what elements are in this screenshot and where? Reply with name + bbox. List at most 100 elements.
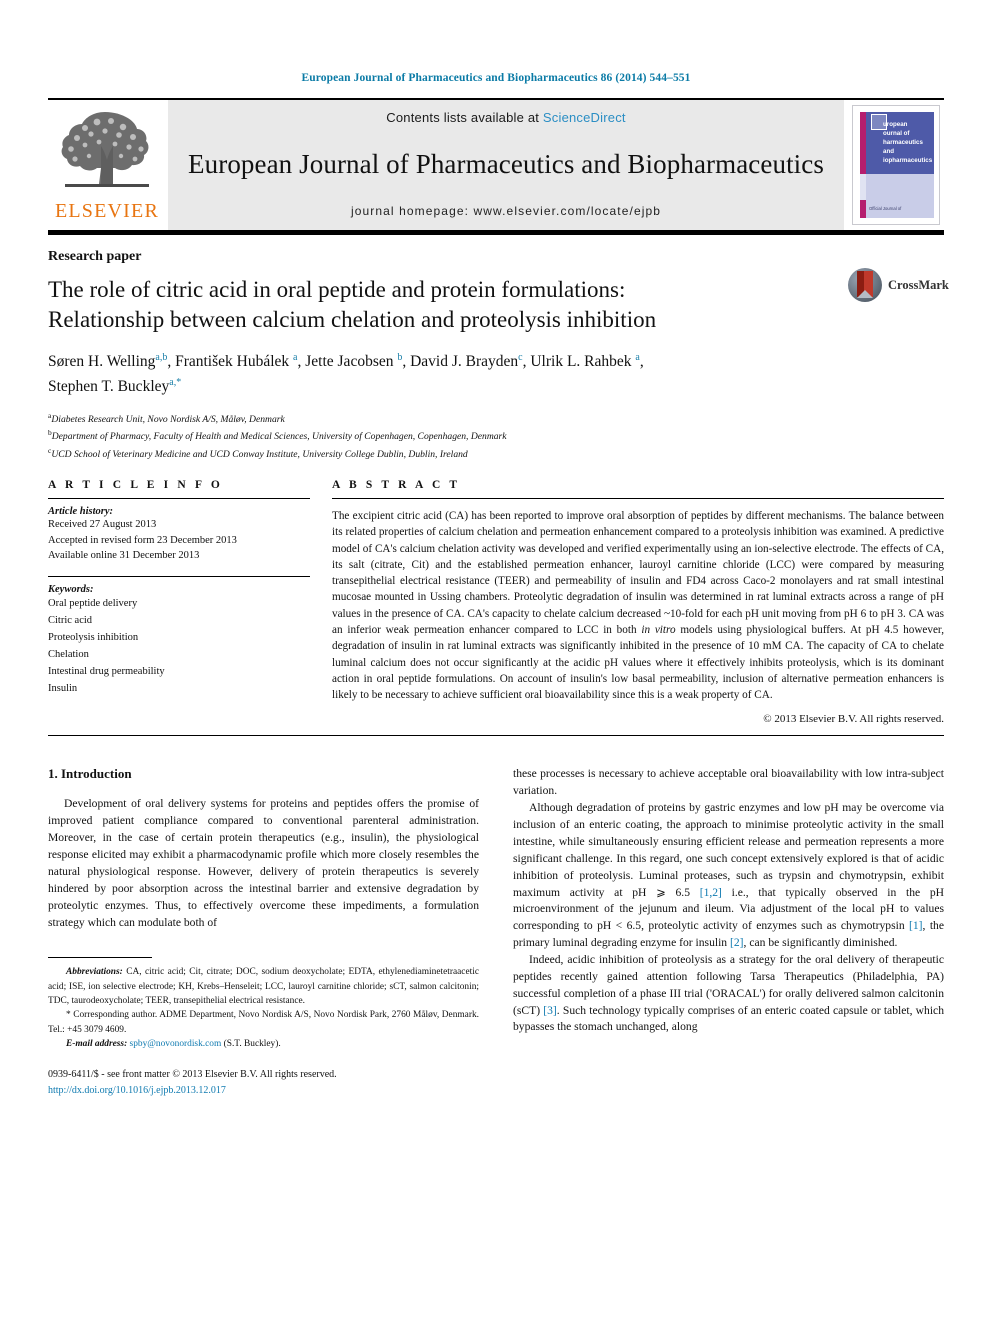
affiliation-b: bDepartment of Pharmacy, Faculty of Heal…: [48, 427, 944, 445]
author-4-sup: a: [635, 351, 640, 363]
issn-line: 0939-6411/$ - see front matter © 2013 El…: [48, 1069, 337, 1081]
citation-2[interactable]: [2]: [730, 936, 744, 949]
keyword-1: Citric acid: [48, 615, 93, 627]
cover-title-line-1: uropean: [883, 121, 908, 128]
affiliation-b-text: Department of Pharmacy, Faculty of Healt…: [51, 431, 507, 443]
abstract-italic-in-vitro: in vitro: [641, 624, 676, 636]
right-3-b: . Such technology typically comprises of…: [513, 1003, 944, 1034]
journal-cover-thumbnail: uropean ournal of harmaceutics and iopha…: [848, 100, 944, 230]
right-2-d: , can be significantly diminished.: [743, 936, 898, 950]
author-0-sup: a,b: [155, 351, 168, 363]
article-info-rule-top: [48, 497, 310, 499]
abstract-rule: [332, 497, 944, 499]
body-column-left: 1. Introduction Development of oral deli…: [48, 766, 479, 1098]
cover-title-line-2: ournal of: [883, 129, 910, 137]
history-received: Received 27 August 2013: [48, 518, 157, 530]
author-3-sup: c: [518, 351, 523, 363]
keyword-4: Intestinal drug permeability: [48, 666, 165, 678]
cover-title-line-3: harmaceutics and: [883, 138, 923, 155]
email-address-link[interactable]: spby@novonordisk.com: [130, 1039, 222, 1049]
crossmark-icon: [848, 268, 882, 302]
affiliation-a: aDiabetes Research Unit, Novo Nordisk A/…: [48, 410, 944, 428]
cover-title-text: uropean ournal of harmaceutics and iopha…: [883, 121, 934, 166]
keyword-2: Proteolysis inhibition: [48, 632, 139, 644]
contents-available-line: Contents lists available at ScienceDirec…: [386, 110, 625, 125]
affiliation-list: aDiabetes Research Unit, Novo Nordisk A/…: [48, 410, 944, 463]
abbreviations-footnote: Abbreviations: CA, citric acid; Cit, cit…: [48, 965, 479, 1008]
author-4[interactable]: Ulrik L. Rahbek a: [530, 351, 640, 370]
crossmark-label: CrossMark: [888, 277, 949, 292]
author-list: Søren H. Wellinga,b, František Hubálek a…: [48, 351, 644, 395]
abstract-copyright: © 2013 Elsevier B.V. All rights reserved…: [763, 713, 944, 726]
article-info-heading: A R T I C L E I N F O: [48, 478, 223, 491]
elsevier-logo: ELSEVIER: [48, 100, 166, 230]
citation-1-2[interactable]: [1,2]: [700, 886, 722, 899]
title-line-1: The role of citric acid in oral peptide …: [48, 277, 626, 302]
article-info-gap: [48, 564, 310, 576]
email-footnote: E-mail address: spby@novonordisk.com (S.…: [48, 1037, 479, 1051]
cover-spine-stripe-light: [860, 174, 866, 200]
abbreviations-label: Abbreviations:: [66, 967, 123, 978]
intro-paragraph-right-1: these processes is necessary to achieve …: [513, 767, 944, 798]
author-3[interactable]: David J. Braydenc: [410, 351, 523, 370]
journal-masthead: ELSEVIER Contents lists available at Sci…: [48, 98, 944, 230]
intro-paragraph-right-3: Indeed, acidic inhibition of proteolysis…: [513, 952, 944, 1036]
author-2[interactable]: Jette Jacobsen b: [305, 351, 403, 370]
running-head: European Journal of Pharmaceutics and Bi…: [301, 72, 691, 84]
sciencedirect-link[interactable]: ScienceDirect: [543, 110, 626, 125]
footnote-divider: [48, 957, 152, 959]
keyword-3: Chelation: [48, 649, 89, 661]
abstract-text: The excipient citric acid (CA) has been …: [332, 508, 944, 704]
journal-homepage-line[interactable]: journal homepage: www.elsevier.com/locat…: [351, 204, 661, 218]
abstract-bottom-divider: [48, 735, 944, 737]
affiliation-a-text: Diabetes Research Unit, Novo Nordisk A/S…: [51, 413, 285, 425]
author-1-sup: a: [293, 351, 298, 363]
affiliation-c-text: UCD School of Veterinary Medicine and UC…: [51, 449, 468, 461]
elsevier-wordmark: ELSEVIER: [54, 200, 160, 222]
section-heading-introduction: 1. Introduction: [48, 766, 132, 782]
crossmark-badge[interactable]: CrossMark: [848, 265, 949, 305]
info-abstract-section: A R T I C L E I N F O Article history: R…: [48, 463, 944, 726]
body-columns: 1. Introduction Development of oral deli…: [48, 766, 944, 1098]
author-2-name: Jette Jacobsen: [305, 352, 394, 370]
keyword-0: Oral peptide delivery: [48, 598, 138, 610]
title-line-2: Relationship between calcium chelation a…: [48, 307, 657, 333]
history-online: Available online 31 December 2013: [48, 550, 200, 562]
email-label: E-mail address:: [66, 1038, 128, 1049]
article-info-column: A R T I C L E I N F O Article history: R…: [48, 479, 310, 726]
keywords-label: Keywords:: [48, 584, 94, 596]
article-type-label: Research paper: [48, 249, 142, 264]
cover-title-line-4: iopharmaceutics: [883, 156, 933, 164]
cover-footer-text: Official Journal of: [869, 206, 902, 212]
elsevier-tree-icon: [61, 112, 149, 187]
crossmark-notch-shape: [857, 290, 873, 298]
author-1-name: František Hubálek: [175, 352, 290, 370]
body-column-right: these processes is necessary to achieve …: [513, 766, 944, 1098]
author-5[interactable]: Stephen T. Buckleya,*: [48, 376, 182, 395]
journal-title: European Journal of Pharmaceutics and Bi…: [188, 148, 824, 179]
footnote-block: Abbreviations: CA, citric acid; Cit, cit…: [48, 965, 479, 1051]
article-info-rule-mid: [48, 576, 310, 578]
abstract-part-1: The excipient citric acid (CA) has been …: [332, 509, 944, 636]
author-5-name: Stephen T. Buckley: [48, 377, 170, 395]
abstract-column: A B S T R A C T The excipient citric aci…: [332, 479, 944, 726]
journal-band: Contents lists available at ScienceDirec…: [168, 100, 844, 230]
right-2-a: Although degradation of proteins by gast…: [513, 801, 944, 899]
title-block: Research paper CrossMark The role of cit…: [48, 235, 949, 463]
article-history-label: Article history:: [48, 505, 114, 517]
cover-spine-stripe: [860, 112, 866, 218]
author-3-name: David J. Brayden: [410, 352, 519, 370]
citation-3[interactable]: [3]: [543, 1004, 557, 1017]
corresponding-author-footnote: * Corresponding author. ADME Department,…: [48, 1010, 479, 1035]
author-5-sup: a,*: [169, 376, 182, 388]
doi-link[interactable]: http://dx.doi.org/10.1016/j.ejpb.2013.12…: [48, 1083, 479, 1099]
author-0-name: Søren H. Welling: [48, 352, 156, 370]
author-2-sup: b: [397, 351, 403, 363]
page-title: The role of citric acid in oral peptide …: [48, 275, 814, 336]
intro-paragraph-left-1: Development of oral delivery systems for…: [48, 797, 479, 929]
citation-1[interactable]: [1]: [909, 919, 923, 932]
author-0[interactable]: Søren H. Wellinga,b: [48, 351, 168, 370]
page-footer: 0939-6411/$ - see front matter © 2013 El…: [48, 1067, 479, 1098]
author-1[interactable]: František Hubálek a: [175, 351, 298, 370]
paper-page: European Journal of Pharmaceutics and Bi…: [0, 0, 992, 1323]
